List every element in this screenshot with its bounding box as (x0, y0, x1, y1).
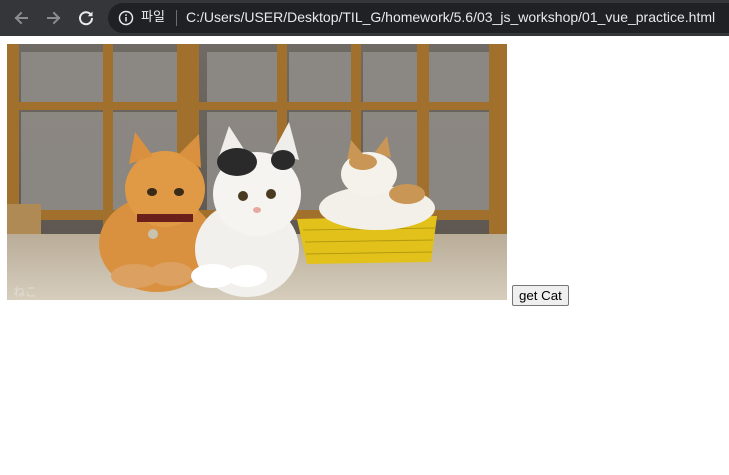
address-bar[interactable]: 파일 C:/Users/USER/Desktop/TIL_G/homework/… (108, 3, 729, 33)
reload-button[interactable] (74, 6, 98, 30)
address-divider (176, 10, 177, 26)
cat-image: ねこ (7, 44, 507, 300)
image-watermark: ねこ (13, 285, 37, 299)
info-icon[interactable] (118, 10, 134, 26)
browser-toolbar: 파일 C:/Users/USER/Desktop/TIL_G/homework/… (0, 0, 729, 36)
forward-button[interactable] (42, 6, 66, 30)
reload-icon (79, 11, 94, 26)
get-cat-button[interactable]: get Cat (512, 285, 569, 306)
back-button[interactable] (9, 6, 33, 30)
site-info-label[interactable]: 파일 (141, 10, 165, 26)
url-text[interactable]: C:/Users/USER/Desktop/TIL_G/homework/5.6… (186, 9, 715, 26)
page-content: ねこ get Cat (0, 36, 729, 475)
arrow-right-icon (47, 11, 61, 25)
arrow-left-icon (14, 11, 28, 25)
